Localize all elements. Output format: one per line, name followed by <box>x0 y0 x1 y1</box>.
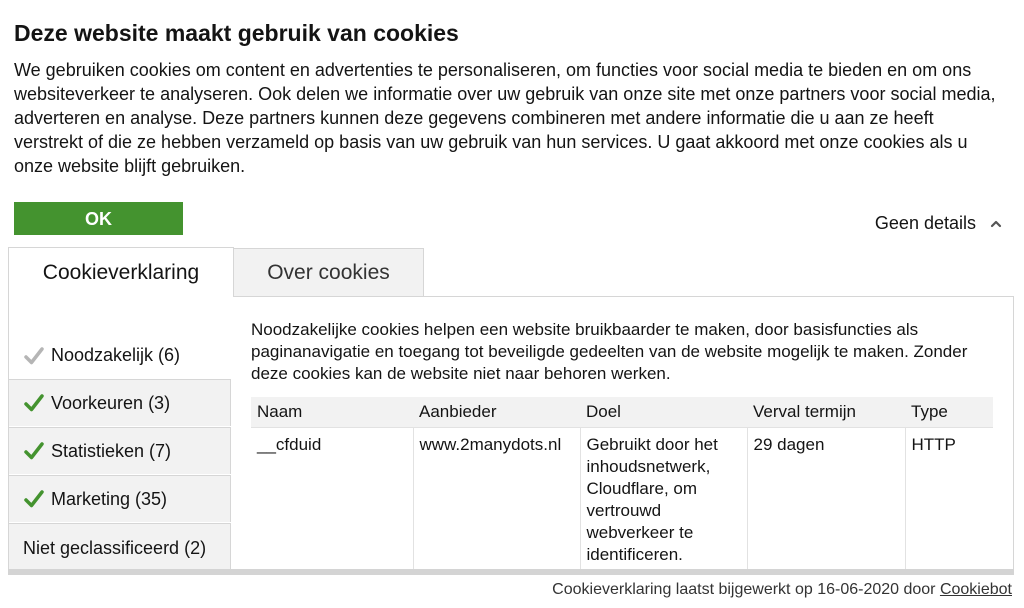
tab-over-cookies[interactable]: Over cookies <box>234 248 424 297</box>
category-noodzakelijk[interactable]: Noodzakelijk (6) <box>9 332 231 379</box>
category-content: Noodzakelijke cookies helpen een website… <box>251 319 991 385</box>
column-header-doel: Doel <box>580 397 747 427</box>
table-header-row: Naam Aanbieder Doel Verval termijn Type <box>251 397 993 427</box>
cookie-table: Naam Aanbieder Doel Verval termijn Type … <box>251 397 993 571</box>
category-label: Noodzakelijk (6) <box>51 345 181 365</box>
checkmark-disabled-icon <box>24 346 44 364</box>
category-statistieken[interactable]: Statistieken (7) <box>9 427 231 474</box>
panel-scrollbar[interactable] <box>8 569 1014 575</box>
banner-title: Deze website maakt gebruik van cookies <box>14 20 459 46</box>
cookiebot-link[interactable]: Cookiebot <box>940 581 1012 598</box>
footer-text: Cookieverklaring laatst bijgewerkt op 16… <box>552 581 940 598</box>
tab-bar: Cookieverklaring Over cookies <box>8 247 424 297</box>
category-label: Voorkeuren (3) <box>51 392 171 413</box>
cell-aanbieder: www.2manydots.nl <box>413 426 581 571</box>
footer: Cookieverklaring laatst bijgewerkt op 16… <box>552 581 1012 599</box>
checkmark-icon <box>24 442 44 460</box>
column-header-type: Type <box>905 397 993 427</box>
cell-naam: __cfduid <box>251 426 414 571</box>
category-voorkeuren[interactable]: Voorkeuren (3) <box>9 379 231 426</box>
category-label: Niet geclassificeerd (2) <box>23 538 207 558</box>
banner-intro: We gebruiken cookies om content en adver… <box>14 60 996 176</box>
category-description: Noodzakelijke cookies helpen een website… <box>251 320 968 383</box>
category-label: Marketing (35) <box>51 488 168 509</box>
checkmark-icon <box>24 490 44 508</box>
table-row: __cfduid www.2manydots.nl Gebruikt door … <box>251 426 993 571</box>
cookie-declaration-panel: Noodzakelijk (6) Voorkeuren (3) Statisti… <box>8 296 1014 573</box>
column-header-naam: Naam <box>251 397 413 427</box>
cell-type: HTTP <box>905 426 993 571</box>
details-toggle[interactable]: Geen details <box>875 213 1002 234</box>
details-toggle-label: Geen details <box>874 213 976 233</box>
cell-verval-termijn: 29 dagen <box>747 426 906 571</box>
category-marketing[interactable]: Marketing (35) <box>9 475 231 522</box>
category-sidebar: Noodzakelijk (6) Voorkeuren (3) Statisti… <box>9 297 231 573</box>
checkmark-icon <box>24 394 44 412</box>
column-header-aanbieder: Aanbieder <box>413 397 580 427</box>
cell-doel: Gebruikt door het inhoudsnetwerk, Cloudf… <box>580 426 748 571</box>
chevron-up-icon <box>990 220 1002 227</box>
tab-cookieverklaring[interactable]: Cookieverklaring <box>8 247 234 297</box>
category-label: Statistieken (7) <box>51 440 172 461</box>
column-header-verval-termijn: Verval termijn <box>747 397 905 427</box>
category-niet-geclassificeerd[interactable]: Niet geclassificeerd (2) <box>9 523 231 573</box>
ok-button[interactable]: OK <box>14 202 183 235</box>
